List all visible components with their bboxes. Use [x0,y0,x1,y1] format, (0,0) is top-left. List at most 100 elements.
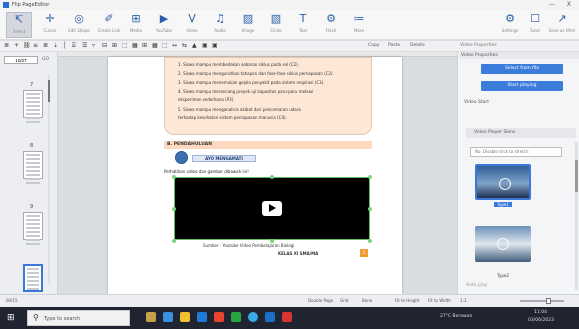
grid-toggle[interactable]: Grid [340,298,348,303]
toolbar-icon-3[interactable]: ⛓ [23,42,31,49]
weather-indicator[interactable]: 27°C Berawan [440,314,472,319]
go-button[interactable]: GO [42,57,49,62]
clock-date[interactable]: 03/06/2023 [528,318,554,323]
zoom-slider[interactable] [520,298,564,304]
thumbnail-page-10[interactable] [23,264,43,292]
youtube-button[interactable]: ▶ YouTube [151,12,177,38]
video-object[interactable] [174,177,370,240]
toolbar-icon-17[interactable]: ⬚ [162,42,168,49]
app-icon-6[interactable] [231,312,241,322]
bone-toggle[interactable]: Bone [362,298,372,303]
toolbar-icon-9[interactable]: ☰ [82,42,87,49]
objective-3: 3. Siswa mampu menemukan gejala penyakit… [178,80,325,85]
select-file-button[interactable]: Select from file [481,64,563,74]
resize-handle-tl[interactable] [172,175,176,179]
thumbnail-page-9[interactable] [23,212,43,245]
toolbar-icon-4[interactable]: ≡ [33,42,38,49]
file-explorer-icon[interactable] [180,312,190,322]
link-icon: ✐ [104,12,114,25]
resize-handle-ml[interactable] [172,207,176,211]
create-link-button[interactable]: ✐ Create Link [96,12,122,38]
toolbar-icon-2[interactable]: + [14,42,19,49]
paste-button[interactable]: Paste [388,43,400,48]
save-button[interactable]: ☐ Save [522,12,548,38]
close-button[interactable]: X [567,1,571,8]
more-button[interactable]: ≔ More [346,12,372,38]
toolbar-icon-14[interactable]: ▦ [132,42,138,49]
toolbar-icon-11[interactable]: ⊟ [102,42,107,49]
select-button[interactable]: ↸ Select [6,12,32,38]
app-icon-2[interactable] [163,312,173,322]
toolbar-icon-19[interactable]: ⇆ [182,42,187,49]
thumbnail-page-8[interactable] [23,151,43,184]
windows-start-icon[interactable]: ⊞ [7,313,15,323]
app-icon-5[interactable] [214,312,224,322]
fit-height-button[interactable]: Fit to Height [395,298,419,303]
objective-5: 5. Siswa mampu menganalisis akibat dari … [178,107,301,112]
circle-button[interactable]: ▧ Circle [263,12,289,38]
player-skins-section[interactable]: Video Player Skins [466,128,576,138]
stretch-toggle[interactable]: No. Disable click to stretch [470,147,562,157]
minimize-button[interactable]: — [549,1,555,8]
video-button[interactable]: V Video [179,12,205,38]
toolbar-icon-21[interactable]: ▣ [202,42,208,49]
toolbar-icon-13[interactable]: ⬚ [122,42,128,49]
toolbar-icon-6[interactable]: ⇣ [53,42,58,49]
fit-width-button[interactable]: Fit to Width [428,298,451,303]
chrome-icon[interactable] [248,312,258,322]
save-as-html-button[interactable]: ↗ Save as Html [549,12,575,38]
media-button[interactable]: ⊞ Media [123,12,149,38]
resize-handle-mr[interactable] [368,207,372,211]
objective-2: 2. Siswa mampu mengurutkan tahapan dan f… [178,71,334,76]
skin-thumbnail-type2[interactable] [475,226,531,262]
properties-scroll-thumb[interactable] [575,160,578,192]
settings-button[interactable]: ⚙ Settings [497,12,523,38]
toolbar-icon-10[interactable]: ▿ [92,42,95,49]
audio-button[interactable]: ♫ Audio [207,12,233,38]
zoom-slider-thumb[interactable] [546,298,551,304]
app-window: Flip PageEditor — X ↸ Select ✛ Cursor ◎ Edi… [0,0,579,329]
resize-handle-tm[interactable] [270,175,274,179]
select-label: Select [12,29,26,34]
resize-handle-bl[interactable] [172,239,176,243]
copy-button[interactable]: Copy [368,43,379,48]
double-page-toggle[interactable]: Double Page [308,298,333,303]
taskbar-search[interactable]: ⚲ Type to search [27,310,130,326]
text-icon: T [299,12,307,25]
clock-time[interactable]: 11:04 [534,310,547,315]
app-icon-4[interactable] [197,312,207,322]
toolbar-icon-7[interactable]: │ [63,42,67,49]
toolbar-icon-22[interactable]: ▣ [212,42,218,49]
play-icon[interactable] [262,201,282,216]
thumbnail-page-7[interactable] [23,90,43,123]
flash-button[interactable]: ⚙ Flash [318,12,344,38]
toolbar-icon-16[interactable]: ▦ [152,42,158,49]
thumbnail-scroll-thumb[interactable] [48,80,50,102]
toolbar-icon-8[interactable]: ⌸ [72,42,76,50]
skin-thumbnail-type1[interactable] [475,164,531,200]
page-number-input[interactable] [4,56,38,64]
toolbar-icon-15[interactable]: ⊞ [142,42,147,49]
toolbar-icon-5[interactable]: ≣ [43,42,48,49]
toolbar-icon-1[interactable]: ≣ [4,42,9,49]
toolbar-icon-12[interactable]: ⊞ [112,42,117,49]
properties-scrollbar[interactable] [575,142,578,290]
edit-shape-button[interactable]: ◎ Edit Shape [66,12,92,38]
cursor-button[interactable]: ✛ Cursor [37,12,63,38]
toolbar-icon-20[interactable]: ▲ [192,42,197,49]
thumbnail-scrollbar[interactable] [48,74,50,284]
title-bar: Flip PageEditor — X [0,0,579,10]
text-button[interactable]: T Text [290,12,316,38]
image-button[interactable]: ▨ Image [235,12,261,38]
toolbar-icon-18[interactable]: ↔ [172,42,177,49]
actual-size-button[interactable]: 1:1 [460,298,466,303]
edit-shape-label: Edit Shape [68,28,90,33]
app-icon-9[interactable] [282,312,292,322]
resize-handle-br[interactable] [368,239,372,243]
start-playing-button[interactable]: Start playing [481,81,563,91]
app-icon-8[interactable] [265,312,275,322]
play-circle-icon [499,178,511,190]
resize-handle-tr[interactable] [368,175,372,179]
app-icon-1[interactable] [146,312,156,322]
delete-button[interactable]: Delete [410,43,425,48]
